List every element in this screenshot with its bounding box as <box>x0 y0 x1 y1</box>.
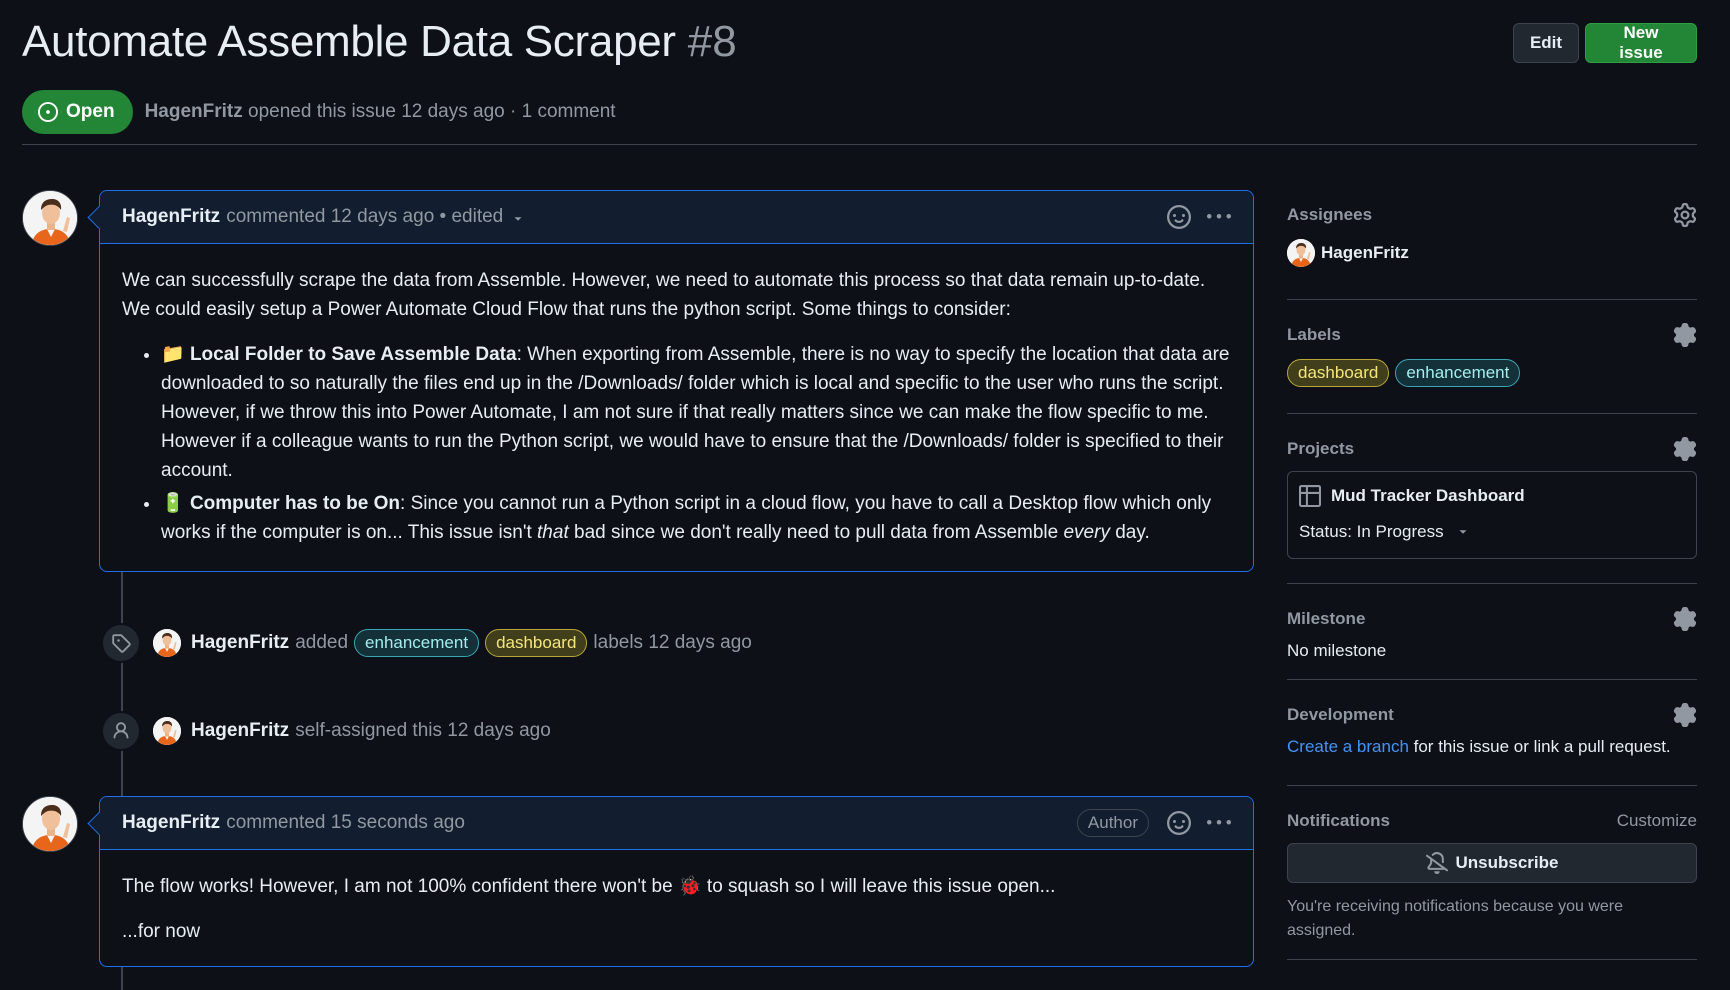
comment-paragraph: We can successfully scrape the data from… <box>122 270 1206 320</box>
issue-opened-text: opened this issue 12 days ago · 1 commen… <box>248 101 616 122</box>
comment-timestamp[interactable]: commented 15 seconds ago <box>226 812 465 834</box>
consideration-list: 📁 Local Folder to Save Assemble Data: Wh… <box>122 340 1231 547</box>
avatar[interactable] <box>22 796 78 852</box>
issue-header: Automate Assemble Data Scraper #8 Edit N… <box>22 14 1697 134</box>
bell-slash-icon <box>1425 852 1448 874</box>
table-icon <box>1299 485 1321 507</box>
edited-history-dropdown-icon[interactable] <box>511 212 525 226</box>
sidebar-projects: Projects Mud Tracker Dashboard Status: I… <box>1287 414 1697 584</box>
project-status-dropdown[interactable]: Status: In Progress <box>1299 522 1685 542</box>
project-card[interactable]: Mud Tracker Dashboard Status: In Progres… <box>1287 471 1697 559</box>
unsubscribe-label: Unsubscribe <box>1455 853 1559 872</box>
sidebar-labels: Labels dashboard enhancement <box>1287 300 1697 414</box>
comment-paragraph: The flow works! However, I am not 100% c… <box>122 872 1231 901</box>
unsubscribe-button[interactable]: Unsubscribe <box>1287 843 1697 883</box>
milestone-heading: Milestone <box>1287 609 1366 628</box>
comment-author-link[interactable]: HagenFritz <box>122 812 220 834</box>
sidebar: Assignees HagenFritz Labels dashboard en… <box>1287 190 1697 960</box>
label-enhancement[interactable]: enhancement <box>354 629 480 657</box>
triangle-down-icon <box>1456 525 1470 539</box>
list-item-text: bad since we don't really need to pull d… <box>568 522 1064 543</box>
notification-note: You're receiving notifications because y… <box>1287 898 1623 939</box>
label-enhancement[interactable]: enhancement <box>1395 359 1521 387</box>
gear-icon[interactable] <box>1673 703 1697 727</box>
avatar[interactable] <box>22 190 78 246</box>
comment-header: HagenFritz commented 12 days ago • edite… <box>100 191 1253 244</box>
sidebar-notifications: Notifications Customize Unsubscribe You'… <box>1287 786 1697 960</box>
tag-icon <box>101 623 141 663</box>
author-badge: Author <box>1076 809 1149 837</box>
new-issue-button[interactable]: New issue <box>1585 23 1697 63</box>
avatar[interactable] <box>1287 239 1315 267</box>
issue-number: #8 <box>687 17 737 66</box>
gear-icon[interactable] <box>1673 203 1697 227</box>
avatar[interactable] <box>153 717 181 745</box>
comment-text: The flow works! However, I am not 100% c… <box>122 876 678 897</box>
comment-timestamp[interactable]: commented 12 days ago • edited <box>226 206 503 228</box>
development-heading: Development <box>1287 705 1394 724</box>
sidebar-milestone: Milestone No milestone <box>1287 584 1697 680</box>
battery-icon: 🔋 <box>161 493 185 514</box>
notifications-heading: Notifications <box>1287 811 1390 830</box>
list-item: 🔋 Computer has to be On: Since you canno… <box>161 489 1231 547</box>
development-text: for this issue or link a pull request. <box>1408 737 1671 756</box>
comment-body: The flow works! However, I am not 100% c… <box>100 850 1253 966</box>
sidebar-assignees: Assignees HagenFritz <box>1287 190 1697 300</box>
kebab-menu-icon[interactable] <box>1205 809 1233 837</box>
event-actor-link[interactable]: HagenFritz <box>191 720 289 742</box>
gear-icon[interactable] <box>1673 437 1697 461</box>
bug-icon: 🐞 <box>677 876 702 897</box>
gear-icon[interactable] <box>1673 607 1697 631</box>
projects-heading: Projects <box>1287 439 1355 458</box>
customize-link[interactable]: Customize <box>1617 811 1697 831</box>
event-text: self-assigned this 12 days ago <box>295 720 551 741</box>
comment-1: HagenFritz commented 12 days ago • edite… <box>99 190 1254 572</box>
comment-paragraph: ...for now <box>122 921 201 942</box>
timeline-event-assigned: HagenFritz self-assigned this 12 days ag… <box>101 711 551 751</box>
labels-heading: Labels <box>1287 325 1341 344</box>
issue-author-link[interactable]: HagenFritz <box>145 101 243 122</box>
assignee-name[interactable]: HagenFritz <box>1321 243 1409 263</box>
header-actions: Edit New issue <box>1513 23 1697 63</box>
event-actor-link[interactable]: HagenFritz <box>191 632 289 654</box>
comment-author-link[interactable]: HagenFritz <box>122 206 220 228</box>
person-icon <box>101 711 141 751</box>
list-item: 📁 Local Folder to Save Assemble Data: Wh… <box>161 340 1231 485</box>
add-reaction-icon[interactable] <box>1165 203 1193 231</box>
list-item-text: day. <box>1109 522 1150 543</box>
folder-icon: 📁 <box>161 344 185 365</box>
gear-icon[interactable] <box>1673 323 1697 347</box>
issue-title: Automate Assemble Data Scraper <box>22 17 676 66</box>
emphasis-text: every <box>1063 522 1110 543</box>
project-name[interactable]: Mud Tracker Dashboard <box>1331 486 1525 506</box>
status-badge: Open <box>22 90 133 134</box>
event-verb: added <box>295 632 349 653</box>
create-branch-link[interactable]: Create a branch <box>1287 737 1409 756</box>
comment-header: HagenFritz commented 15 seconds ago Auth… <box>100 797 1253 850</box>
list-item-title: Computer has to be On <box>189 493 401 514</box>
event-suffix: labels 12 days ago <box>593 632 752 653</box>
kebab-menu-icon[interactable] <box>1205 203 1233 231</box>
comment-text: to squash so I will leave this issue ope… <box>701 876 1056 897</box>
label-dashboard[interactable]: dashboard <box>1287 359 1390 387</box>
avatar[interactable] <box>153 629 181 657</box>
header-divider <box>22 144 1697 145</box>
milestone-value: No milestone <box>1287 641 1387 660</box>
project-status: Status: In Progress <box>1299 522 1444 541</box>
edit-button[interactable]: Edit <box>1513 23 1579 63</box>
label-dashboard[interactable]: dashboard <box>485 629 588 657</box>
timeline-event-labeled: HagenFritz added enhancement dashboard l… <box>101 623 752 663</box>
emphasis-text: that <box>537 522 569 543</box>
add-reaction-icon[interactable] <box>1165 809 1193 837</box>
comment-body: We can successfully scrape the data from… <box>100 244 1253 571</box>
status-label: Open <box>66 101 115 122</box>
assignees-heading: Assignees <box>1287 205 1373 224</box>
list-item-title: Local Folder to Save Assemble Data <box>189 344 517 365</box>
comment-2: HagenFritz commented 15 seconds ago Auth… <box>99 796 1254 967</box>
sidebar-development: Development Create a branch for this iss… <box>1287 680 1697 786</box>
issue-opened-icon <box>38 102 58 122</box>
